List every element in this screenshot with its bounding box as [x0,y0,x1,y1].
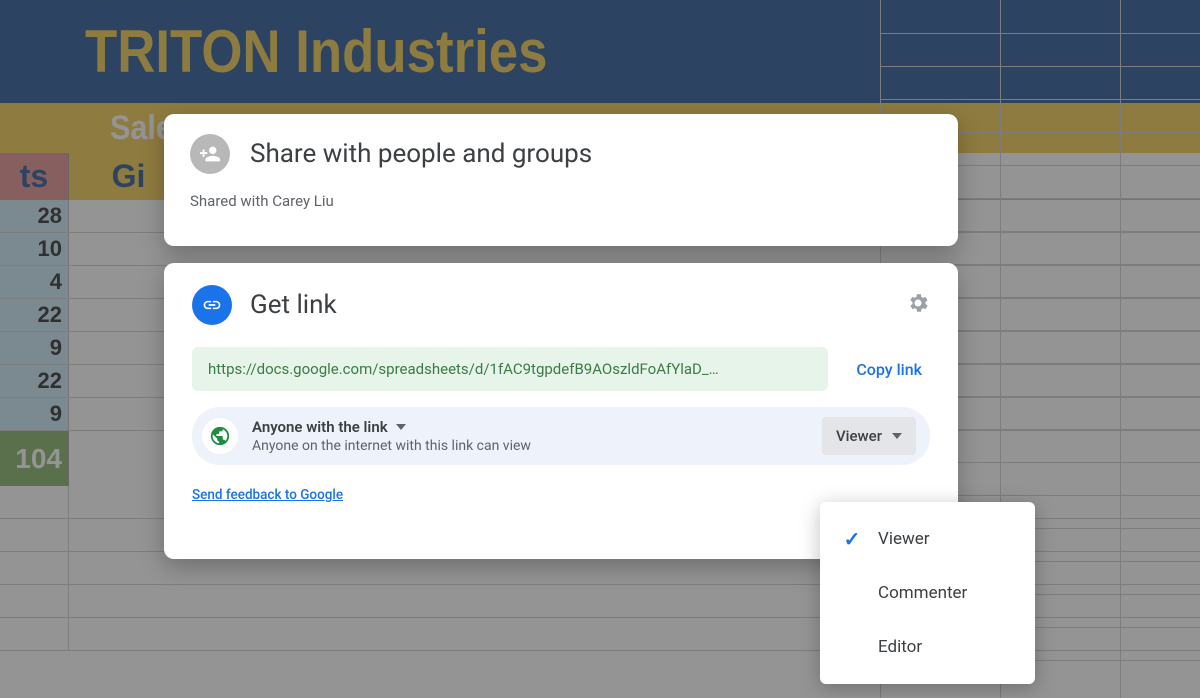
role-dropdown-label: Viewer [836,427,882,445]
link-settings-button[interactable] [906,291,930,319]
get-link-title: Get link [250,290,888,320]
share-people-title: Share with people and groups [250,139,592,169]
link-icon [192,285,232,325]
share-url-box[interactable]: https://docs.google.com/spreadsheets/d/1… [192,347,828,391]
access-scope-dropdown[interactable]: Anyone with the link [252,418,808,436]
role-option-label: Commenter [878,583,967,603]
send-feedback-link[interactable]: Send feedback to Google [192,487,930,503]
copy-link-button[interactable]: Copy link [848,360,930,379]
role-option-commenter[interactable]: Commenter [820,566,1035,620]
chevron-down-icon [396,424,406,430]
role-dropdown-button[interactable]: Viewer [822,417,916,455]
role-option-label: Viewer [878,529,930,549]
share-people-dialog: Share with people and groups Shared with… [164,114,958,246]
role-menu: ✓ Viewer Commenter Editor [820,502,1035,684]
role-option-label: Editor [878,637,922,657]
role-option-viewer[interactable]: ✓ Viewer [820,512,1035,566]
shared-with-text: Shared with Carey Liu [190,192,932,210]
share-people-icon [190,134,230,174]
role-option-editor[interactable]: Editor [820,620,1035,674]
check-icon: ✓ [842,527,862,551]
access-scope-subtitle: Anyone on the internet with this link ca… [252,438,808,454]
chevron-down-icon [892,433,902,439]
link-access-row: Anyone with the link Anyone on the inter… [192,407,930,465]
globe-icon [202,418,238,454]
access-scope-label: Anyone with the link [252,418,388,436]
